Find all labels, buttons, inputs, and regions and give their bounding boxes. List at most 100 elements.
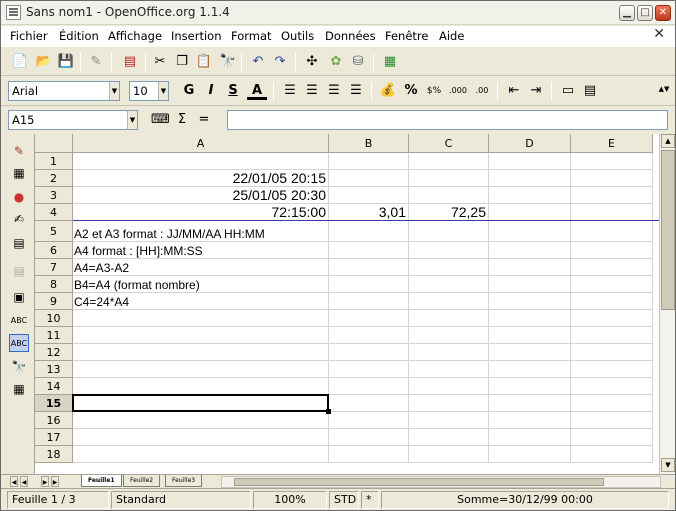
new-document-icon[interactable]: 📄 xyxy=(11,53,29,71)
cell-d14[interactable] xyxy=(489,378,571,395)
align-center-icon[interactable]: ☰ xyxy=(303,82,321,100)
cell-e4[interactable] xyxy=(571,204,653,221)
cell-d9[interactable] xyxy=(489,293,571,310)
cell-b5[interactable] xyxy=(329,221,409,242)
cell-b2[interactable] xyxy=(329,170,409,187)
cell-c14[interactable] xyxy=(409,378,489,395)
row-header-6[interactable]: 6 xyxy=(35,242,73,259)
prev-sheet-icon[interactable]: ◀ xyxy=(20,476,28,487)
cell-a5[interactable]: A2 et A3 format : JJ/MM/AA HH:MM xyxy=(73,221,329,242)
cell-b3[interactable] xyxy=(329,187,409,204)
decrease-indent-icon[interactable]: ⇤ xyxy=(505,82,523,100)
cell-e5[interactable] xyxy=(571,221,653,242)
menu-fenetre[interactable]: Fenêtre xyxy=(385,29,428,43)
document-close-icon[interactable]: ✕ xyxy=(653,26,665,42)
cell-a1[interactable] xyxy=(73,153,329,170)
cell-a9[interactable]: C4=24*A4 xyxy=(73,293,329,310)
first-sheet-icon[interactable]: ◀ xyxy=(10,476,18,487)
font-size-combo[interactable]: 10 ▼ xyxy=(129,81,169,101)
find-icon[interactable]: 🔭 xyxy=(219,53,237,71)
next-sheet-icon[interactable]: ▶ xyxy=(41,476,49,487)
currency-format-icon[interactable]: 💰 xyxy=(379,82,397,100)
increase-indent-icon[interactable]: ⇥ xyxy=(527,82,545,100)
row-header-9[interactable]: 9 xyxy=(35,293,73,310)
row-header-13[interactable]: 13 xyxy=(35,361,73,378)
cell-d12[interactable] xyxy=(489,344,571,361)
cell-b11[interactable] xyxy=(329,327,409,344)
cell-a16[interactable] xyxy=(73,412,329,429)
cell-b10[interactable] xyxy=(329,310,409,327)
cell-d4[interactable] xyxy=(489,204,571,221)
sheet-tab-3[interactable]: Feuille3 xyxy=(165,475,203,487)
column-header-b[interactable]: B xyxy=(329,134,409,153)
chevron-down-icon[interactable]: ▼ xyxy=(127,111,137,129)
cell-e8[interactable] xyxy=(571,276,653,293)
row-header-17[interactable]: 17 xyxy=(35,429,73,446)
cell-e17[interactable] xyxy=(571,429,653,446)
cell-c17[interactable] xyxy=(409,429,489,446)
remove-decimal-icon[interactable]: .00 xyxy=(473,82,491,100)
insert-cells-icon[interactable]: ▦ xyxy=(9,164,29,182)
cell-c16[interactable] xyxy=(409,412,489,429)
cell-d6[interactable] xyxy=(489,242,571,259)
cell-a3[interactable]: 25/01/05 20:30 xyxy=(73,187,329,204)
cell-e14[interactable] xyxy=(571,378,653,395)
cell-e2[interactable] xyxy=(571,170,653,187)
spreadsheet-grid[interactable]: A B C D E 1 2 22/01/05 20:15 3 25/01/05 20:30 4 72:… xyxy=(34,134,659,474)
justify-icon[interactable]: ☰ xyxy=(347,82,365,100)
align-right-icon[interactable]: ☰ xyxy=(325,82,343,100)
status-zoom[interactable]: 100% xyxy=(253,491,327,509)
cell-b7[interactable] xyxy=(329,259,409,276)
cell-e9[interactable] xyxy=(571,293,653,310)
insert-image-icon[interactable]: ▣ xyxy=(9,288,29,306)
cell-d18[interactable] xyxy=(489,446,571,463)
row-header-8[interactable]: 8 xyxy=(35,276,73,293)
row-header-2[interactable]: 2 xyxy=(35,170,73,187)
menu-format[interactable]: Format xyxy=(231,29,272,43)
insert-object-icon[interactable]: ● xyxy=(9,188,29,206)
bold-button[interactable]: G xyxy=(179,82,199,100)
scroll-down-icon[interactable]: ▼ xyxy=(661,458,675,472)
standard-format-icon[interactable]: $% xyxy=(425,82,443,100)
cell-c3[interactable] xyxy=(409,187,489,204)
data-table-icon[interactable]: ▦ xyxy=(9,380,29,398)
background-color-icon[interactable]: ▤ xyxy=(581,82,599,100)
row-header-4[interactable]: 4 xyxy=(35,204,73,221)
row-header-7[interactable]: 7 xyxy=(35,259,73,276)
active-cell-cursor[interactable] xyxy=(72,394,329,412)
cell-e3[interactable] xyxy=(571,187,653,204)
chevron-down-icon[interactable]: ▼ xyxy=(109,82,119,100)
close-button[interactable]: ✕ xyxy=(655,5,671,21)
cell-a4[interactable]: 72:15:00 xyxy=(73,204,329,221)
cell-a12[interactable] xyxy=(73,344,329,361)
row-header-11[interactable]: 11 xyxy=(35,327,73,344)
row-header-10[interactable]: 10 xyxy=(35,310,73,327)
row-header-3[interactable]: 3 xyxy=(35,187,73,204)
row-header-15[interactable]: 15 xyxy=(35,395,73,412)
cell-a18[interactable] xyxy=(73,446,329,463)
cell-e16[interactable] xyxy=(571,412,653,429)
gallery-icon[interactable]: ▦ xyxy=(381,53,399,71)
cell-c11[interactable] xyxy=(409,327,489,344)
cell-e1[interactable] xyxy=(571,153,653,170)
cell-c7[interactable] xyxy=(409,259,489,276)
find-replace-icon[interactable]: 🔭 xyxy=(9,358,29,376)
redo-icon[interactable]: ↷ xyxy=(271,53,289,71)
spellcheck-icon[interactable]: ABC xyxy=(9,312,29,330)
cell-b16[interactable] xyxy=(329,412,409,429)
status-mode[interactable]: STD xyxy=(329,491,359,509)
cell-a10[interactable] xyxy=(73,310,329,327)
cell-c5[interactable] xyxy=(409,221,489,242)
copy-icon[interactable]: ❐ xyxy=(173,53,191,71)
cell-e15[interactable] xyxy=(571,395,653,412)
cell-c15[interactable] xyxy=(409,395,489,412)
edit-mode-icon[interactable]: ✎ xyxy=(9,142,29,160)
row-header-18[interactable]: 18 xyxy=(35,446,73,463)
hscroll-thumb[interactable] xyxy=(234,478,604,486)
cell-d17[interactable] xyxy=(489,429,571,446)
paste-icon[interactable]: 📋 xyxy=(195,53,213,71)
column-header-c[interactable]: C xyxy=(409,134,489,153)
cell-c8[interactable] xyxy=(409,276,489,293)
row-header-1[interactable]: 1 xyxy=(35,153,73,170)
scroll-thumb[interactable] xyxy=(661,150,675,310)
